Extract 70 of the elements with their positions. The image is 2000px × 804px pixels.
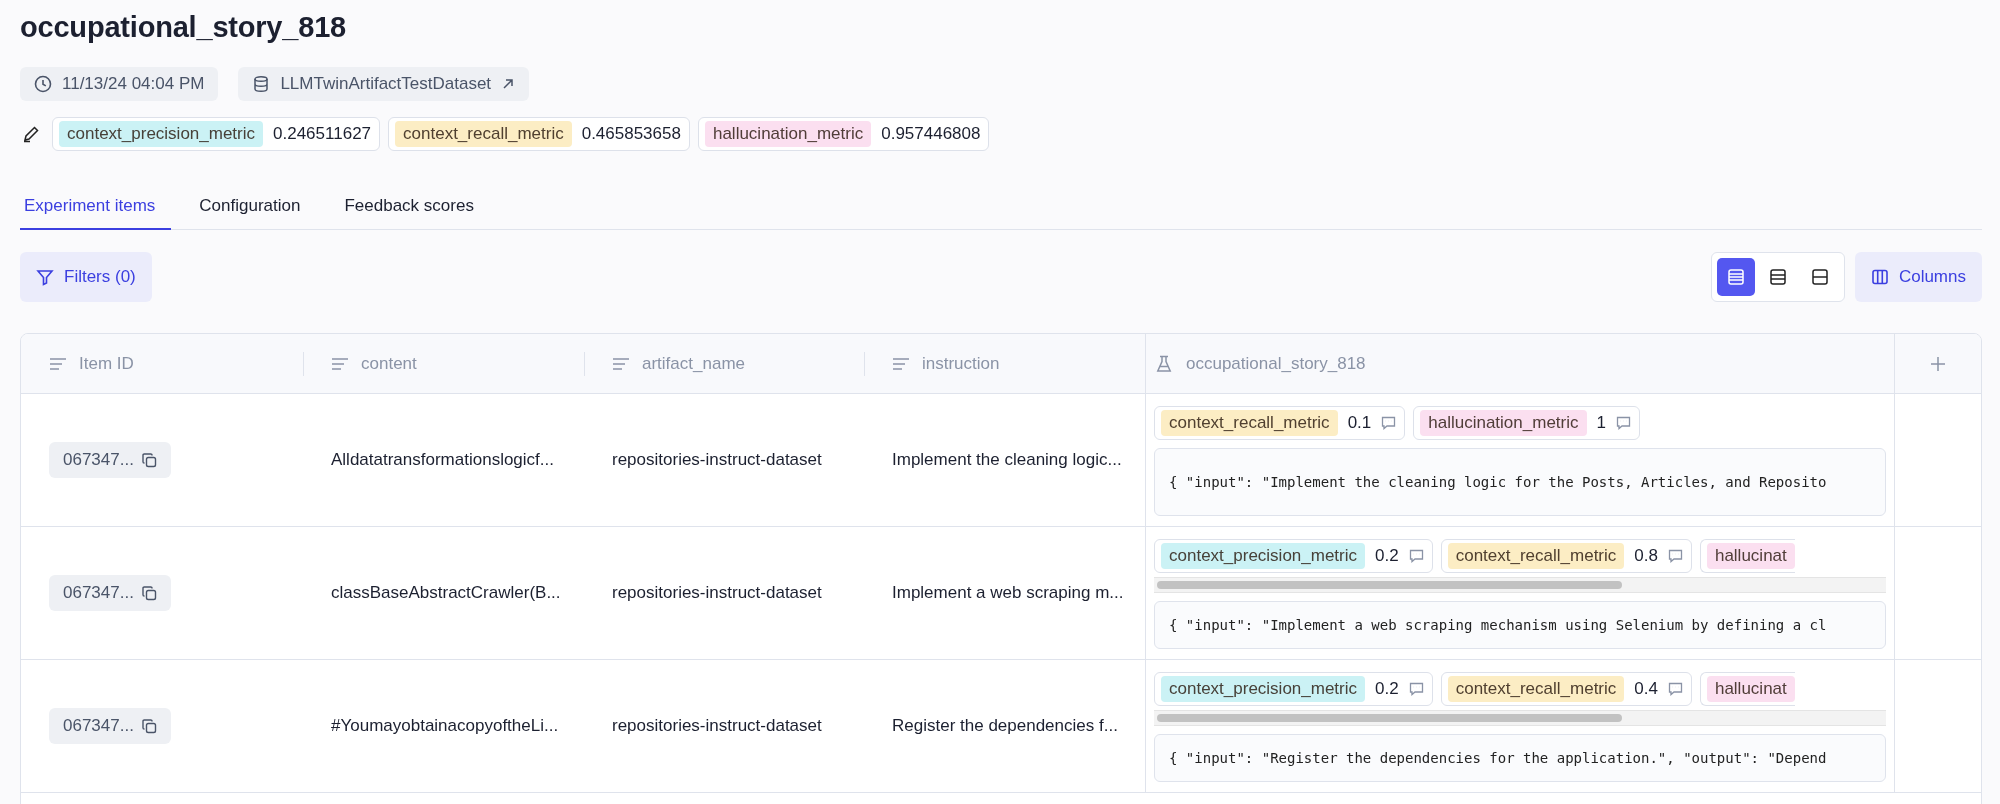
output-preview: { "input": "Register the dependencies for the application.", "output": "Depend bbox=[1154, 734, 1886, 782]
table-cell: repositories-instruct-dataset bbox=[612, 716, 822, 736]
metric-label: context_precision_metric bbox=[1161, 543, 1366, 569]
metric-label: hallucinat bbox=[1706, 543, 1795, 569]
copy-icon[interactable] bbox=[141, 585, 157, 601]
table-cell: repositories-instruct-dataset bbox=[612, 450, 822, 470]
comment-icon[interactable] bbox=[1667, 549, 1683, 563]
metric-value: 0.2 bbox=[1375, 546, 1399, 566]
metric-label: context_recall_metric bbox=[1161, 410, 1338, 436]
metric-value: 0.8 bbox=[1634, 546, 1658, 566]
output-preview: { "input": "Implement the cleaning logic for the Posts, Articles, and Reposito bbox=[1154, 448, 1886, 516]
filters-button[interactable]: Filters (0) bbox=[20, 252, 152, 302]
database-icon bbox=[252, 75, 271, 93]
pencil-icon[interactable] bbox=[22, 125, 40, 143]
metric-label: hallucination_metric bbox=[1420, 410, 1587, 436]
horizontal-scrollbar[interactable] bbox=[1154, 577, 1886, 593]
table-cell: Register the dependencies f... bbox=[892, 716, 1118, 736]
copy-icon[interactable] bbox=[141, 718, 157, 734]
columns-icon bbox=[1870, 268, 1889, 286]
rows-icon bbox=[1726, 268, 1745, 286]
table-cell: repositories-instruct-dataset bbox=[612, 583, 822, 603]
metric-label: context_precision_metric bbox=[1161, 676, 1366, 702]
metric-value: 0.4 bbox=[1634, 679, 1658, 699]
columns-button[interactable]: Columns bbox=[1854, 252, 1982, 302]
metric-label: context_recall_metric bbox=[395, 121, 572, 147]
table-cell: Implement the cleaning logic... bbox=[892, 450, 1122, 470]
comment-icon[interactable] bbox=[1408, 682, 1424, 696]
metric-label: hallucinat bbox=[1706, 676, 1795, 702]
comment-icon[interactable] bbox=[1381, 416, 1397, 430]
tab[interactable]: Experiment items bbox=[20, 186, 172, 230]
rows-icon bbox=[1810, 268, 1829, 286]
table-cell: classBaseAbstractCrawler(B... bbox=[331, 583, 561, 603]
tab[interactable]: Configuration bbox=[195, 186, 317, 230]
metric-value: 0.2 bbox=[1375, 679, 1399, 699]
page-title: occupational_story_818 bbox=[20, 10, 347, 45]
metric-value: 0.957446808 bbox=[881, 124, 981, 144]
table-cell: #YoumayobtainacopyoftheLi... bbox=[331, 716, 559, 736]
metric-value: 0.465853658 bbox=[581, 124, 681, 144]
comment-icon[interactable] bbox=[1616, 416, 1631, 430]
metric-label: hallucination_metric bbox=[704, 121, 872, 147]
rows-icon bbox=[1768, 268, 1787, 286]
add-column-icon[interactable] bbox=[1930, 355, 1946, 372]
comment-icon[interactable] bbox=[1408, 549, 1424, 563]
tab[interactable]: Feedback scores bbox=[340, 186, 490, 230]
text-column-icon bbox=[892, 356, 910, 371]
metric-label: context_recall_metric bbox=[1447, 676, 1625, 702]
text-column-icon bbox=[49, 356, 67, 371]
metric-label: context_recall_metric bbox=[1447, 543, 1625, 569]
metric-value: 1 bbox=[1596, 413, 1606, 433]
metric-value: 0.246511627 bbox=[273, 124, 372, 144]
horizontal-scrollbar[interactable] bbox=[1154, 710, 1886, 726]
timestamp-chip: 11/13/24 04:04 PM bbox=[20, 67, 219, 101]
row-height-button[interactable] bbox=[1716, 258, 1755, 296]
table-cell: Implement a web scraping m... bbox=[892, 583, 1124, 603]
flask-icon bbox=[1156, 354, 1172, 373]
external-link-icon[interactable] bbox=[501, 77, 516, 91]
item-id-chip[interactable]: 067347... bbox=[49, 442, 171, 478]
copy-icon[interactable] bbox=[141, 452, 157, 468]
metric-label: context_precision_metric bbox=[59, 121, 264, 147]
comment-icon[interactable] bbox=[1667, 682, 1683, 696]
dataset-link[interactable]: LLMTwinArtifactTestDataset bbox=[238, 67, 530, 101]
clock-icon bbox=[34, 75, 52, 93]
item-id-chip[interactable]: 067347... bbox=[49, 575, 171, 611]
text-column-icon bbox=[331, 356, 349, 371]
table-cell: Alldatatransformationslogicf... bbox=[331, 450, 554, 470]
text-column-icon bbox=[612, 356, 630, 371]
metric-value: 0.1 bbox=[1347, 413, 1372, 433]
output-preview: { "input": "Implement a web scraping mechanism using Selenium by defining a cl bbox=[1154, 601, 1886, 649]
filter-icon bbox=[36, 268, 54, 286]
item-id-chip[interactable]: 067347... bbox=[49, 708, 171, 744]
